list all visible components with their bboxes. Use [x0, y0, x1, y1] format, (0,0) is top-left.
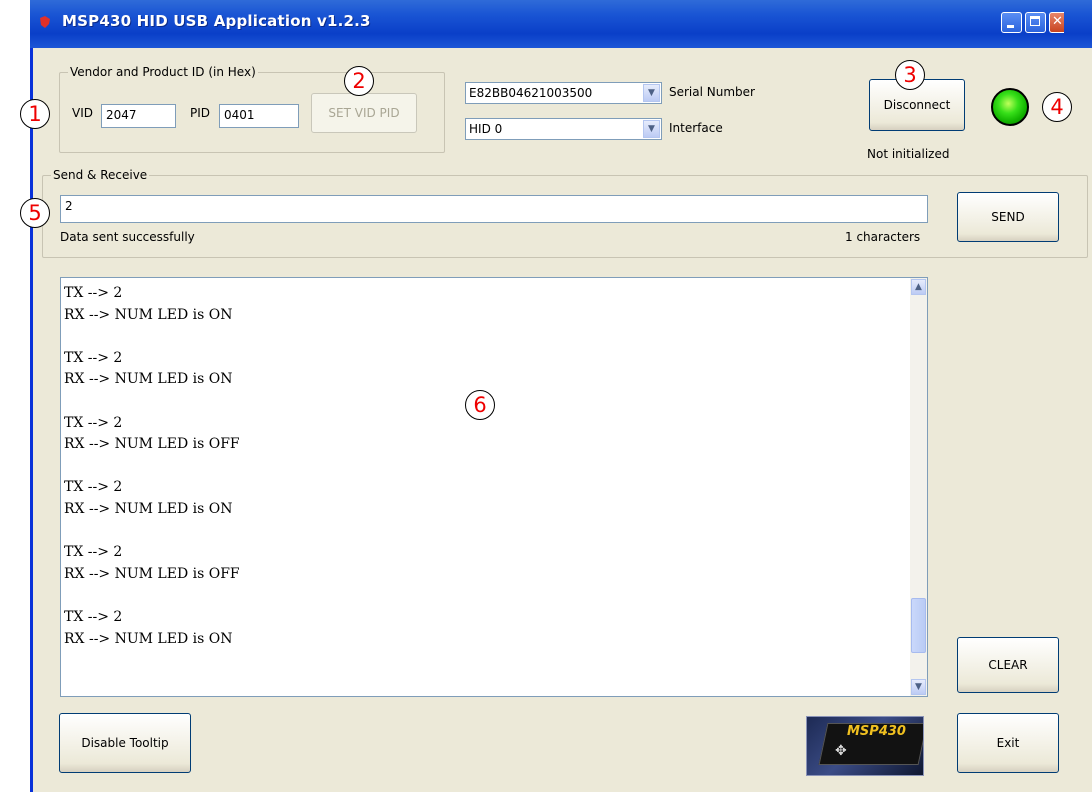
scroll-up-icon[interactable]: ▲	[911, 279, 926, 295]
interface-label: Interface	[669, 121, 723, 135]
scroll-down-icon[interactable]: ▼	[911, 679, 926, 695]
msp430-logo: MSP430 ✥	[806, 716, 924, 776]
log-line: TX --> 2	[64, 479, 123, 496]
pid-input[interactable]: 0401	[219, 104, 299, 128]
title-bar[interactable]: MSP430 HID USB Application v1.2.3	[30, 0, 1092, 48]
serial-number-value: E82BB04621003500	[469, 86, 593, 100]
maximize-button[interactable]	[1025, 12, 1046, 33]
send-input[interactable]: 2	[60, 195, 928, 223]
log-text: TX --> 2 RX --> NUM LED is ON TX --> 2 RX …	[64, 283, 240, 650]
log-textarea[interactable]: TX --> 2 RX --> NUM LED is ON TX --> 2 RX …	[60, 277, 928, 697]
log-line: TX --> 2	[64, 285, 123, 301]
scroll-thumb[interactable]	[911, 597, 926, 653]
log-line: RX --> NUM LED is ON	[64, 500, 233, 517]
send-receive-legend: Send & Receive	[53, 168, 148, 182]
log-line: RX --> NUM LED is ON	[64, 371, 233, 388]
character-count: 1 characters	[845, 230, 921, 244]
minimize-button[interactable]	[1001, 12, 1022, 33]
disable-tooltip-button[interactable]: Disable Tooltip	[59, 713, 191, 773]
log-line: TX --> 2	[64, 349, 123, 366]
vid-input[interactable]: 2047	[101, 104, 176, 128]
log-line: TX --> 2	[64, 608, 123, 625]
log-line: RX --> NUM LED is OFF	[64, 436, 240, 453]
callout-2: 2	[344, 66, 374, 96]
log-line: TX --> 2	[64, 544, 123, 561]
ti-logo-icon	[40, 16, 50, 28]
log-line: RX --> NUM LED is ON	[64, 306, 233, 323]
connection-led-icon	[991, 88, 1029, 126]
interface-select[interactable]: HID 0 ▼	[465, 118, 662, 140]
exit-button[interactable]: Exit	[957, 713, 1059, 773]
log-line: RX --> NUM LED is OFF	[64, 565, 240, 582]
chevron-down-icon[interactable]: ▼	[643, 120, 660, 138]
close-button[interactable]	[1049, 12, 1064, 33]
send-status-text: Data sent successfully	[60, 230, 195, 244]
callout-3: 3	[895, 60, 925, 90]
serial-number-select[interactable]: E82BB04621003500 ▼	[465, 82, 662, 104]
chevron-down-icon[interactable]: ▼	[643, 84, 660, 102]
log-line: RX --> NUM LED is ON	[64, 630, 233, 647]
callout-4: 4	[1042, 92, 1072, 122]
send-button[interactable]: SEND	[957, 192, 1059, 242]
interface-value: HID 0	[469, 122, 503, 136]
callout-6: 6	[465, 390, 495, 420]
pid-label: PID	[190, 106, 211, 120]
log-scrollbar[interactable]: ▲ ▼	[910, 278, 927, 696]
connection-status: Not initialized	[867, 147, 950, 161]
logo-text: MSP430	[847, 724, 906, 739]
serial-number-label: Serial Number	[669, 85, 755, 99]
callout-5: 5	[20, 198, 50, 228]
window-title: MSP430 HID USB Application v1.2.3	[62, 12, 371, 30]
ti-logo-icon: ✥	[835, 743, 847, 759]
log-line: TX --> 2	[64, 414, 123, 431]
vid-label: VID	[72, 106, 93, 120]
vendor-product-legend: Vendor and Product ID (in Hex)	[70, 65, 256, 79]
clear-button[interactable]: CLEAR	[957, 637, 1059, 693]
set-vid-pid-button[interactable]: SET VID PID	[311, 93, 417, 133]
callout-1: 1	[20, 99, 50, 129]
send-button-label: SEND	[991, 210, 1025, 224]
